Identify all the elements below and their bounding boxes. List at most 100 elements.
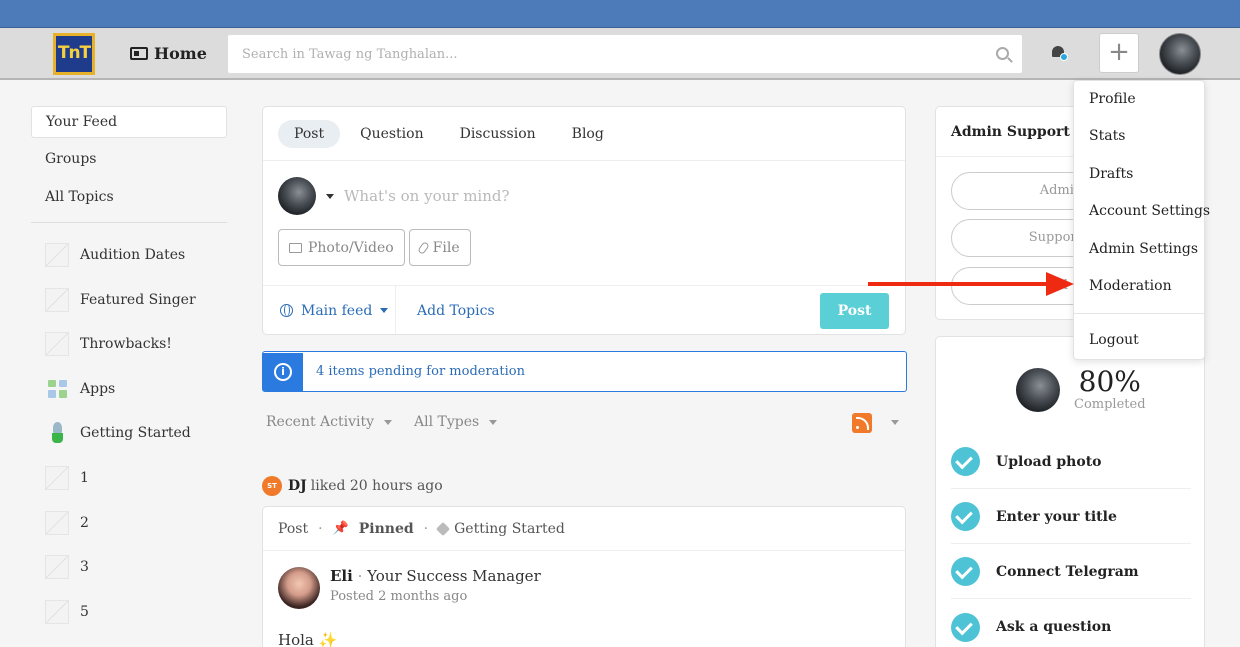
feed-selector[interactable]: Main feed bbox=[263, 285, 396, 336]
sidebar-topic-throwbacks[interactable]: Throwbacks! bbox=[31, 328, 227, 360]
moderation-banner[interactable]: i 4 items pending for moderation bbox=[262, 351, 907, 392]
sidebar-item-your-feed[interactable]: Your Feed bbox=[31, 106, 227, 138]
checkmark-icon bbox=[951, 502, 980, 531]
composer-avatar bbox=[278, 177, 316, 215]
tab-blog[interactable]: Blog bbox=[556, 120, 620, 148]
author-name[interactable]: Eli bbox=[330, 567, 353, 585]
search-bar[interactable] bbox=[227, 34, 1023, 74]
tab-post[interactable]: Post bbox=[278, 119, 341, 148]
post-type-label: Post bbox=[278, 520, 309, 537]
paperclip-icon bbox=[416, 240, 430, 255]
notification-dot bbox=[1060, 53, 1068, 61]
topic-label: 1 bbox=[80, 469, 89, 486]
progress-percent-label: Completed bbox=[1074, 397, 1146, 412]
all-types-filter[interactable]: All Types bbox=[414, 414, 479, 430]
feed-label: Main feed bbox=[301, 302, 373, 319]
topic-label: 5 bbox=[80, 603, 89, 620]
activity-actor[interactable]: DJ bbox=[288, 478, 307, 494]
chevron-down-icon[interactable] bbox=[891, 420, 899, 425]
sidebar-divider bbox=[31, 222, 227, 223]
topic-thumbnail-icon bbox=[45, 510, 69, 535]
activity-action: liked 20 hours ago bbox=[310, 478, 443, 494]
chevron-down-icon bbox=[380, 308, 389, 313]
tab-question[interactable]: Question bbox=[344, 120, 440, 148]
sidebar-topic-audition-dates[interactable]: Audition Dates bbox=[31, 239, 227, 271]
menu-item-moderation[interactable]: Moderation bbox=[1089, 278, 1172, 294]
post-composer: Post Question Discussion Blog Photo/Vide… bbox=[262, 106, 906, 336]
file-button[interactable]: File bbox=[408, 229, 471, 266]
menu-item-stats[interactable]: Stats bbox=[1089, 128, 1125, 144]
rss-icon[interactable] bbox=[852, 413, 872, 433]
profile-progress-card: 80% Completed Upload photo Enter your ti… bbox=[935, 336, 1205, 647]
menu-item-account-settings[interactable]: Account Settings bbox=[1089, 203, 1210, 219]
sidebar-topic-3[interactable]: 3 bbox=[31, 551, 227, 583]
sidebar-item-groups[interactable]: Groups bbox=[31, 144, 227, 176]
menu-item-logout[interactable]: Logout bbox=[1089, 332, 1139, 348]
chevron-down-icon[interactable] bbox=[489, 419, 498, 425]
menu-divider bbox=[1074, 313, 1204, 314]
progress-step-label: Ask a question bbox=[996, 619, 1112, 635]
menu-item-drafts[interactable]: Drafts bbox=[1089, 166, 1133, 182]
sidebar-topic-1[interactable]: 1 bbox=[31, 462, 227, 494]
add-topics-link[interactable]: Add Topics bbox=[417, 303, 495, 319]
composer-footer: Main feed Add Topics Post bbox=[263, 285, 905, 336]
topic-thumbnail-icon bbox=[45, 599, 69, 624]
sidebar-topic-getting-started[interactable]: Getting Started bbox=[31, 417, 227, 449]
topic-thumbnail-icon bbox=[45, 243, 69, 267]
progress-step-label: Enter your title bbox=[996, 508, 1117, 525]
pin-icon: 📌 bbox=[332, 521, 349, 536]
topic-thumbnail-icon bbox=[45, 465, 69, 490]
attachment-buttons: Photo/Video File bbox=[278, 229, 471, 266]
user-initials-badge: ST bbox=[262, 476, 282, 496]
post-topic-link[interactable]: Getting Started bbox=[454, 521, 565, 537]
tab-discussion[interactable]: Discussion bbox=[444, 120, 552, 148]
progress-step-connect-telegram[interactable]: Connect Telegram bbox=[951, 545, 1191, 599]
topic-label: Featured Singer bbox=[80, 291, 196, 308]
progress-step-label: Connect Telegram bbox=[996, 563, 1139, 580]
photo-video-button[interactable]: Photo/Video bbox=[278, 229, 405, 266]
create-new-button[interactable]: + bbox=[1099, 33, 1139, 73]
topic-thumbnail-icon bbox=[45, 555, 69, 580]
post-body-text: Hola bbox=[278, 631, 314, 647]
progress-step-enter-title[interactable]: Enter your title bbox=[951, 490, 1191, 544]
newspaper-icon bbox=[130, 47, 148, 60]
feed-filters: Recent Activity All Types bbox=[266, 414, 509, 430]
topic-label: 2 bbox=[80, 514, 89, 531]
topic-label: Getting Started bbox=[80, 425, 191, 442]
caret-down-icon[interactable] bbox=[326, 193, 334, 199]
checkmark-icon bbox=[951, 447, 980, 476]
sidebar-topic-5[interactable]: 5 bbox=[31, 596, 227, 628]
search-input[interactable] bbox=[228, 35, 968, 73]
post-submit-button[interactable]: Post bbox=[820, 293, 889, 329]
sidebar-item-all-topics[interactable]: All Topics bbox=[31, 182, 227, 214]
post-text-input[interactable] bbox=[344, 187, 844, 205]
pinned-label: Pinned bbox=[358, 520, 414, 537]
sparkle-emoji-icon: ✨ bbox=[318, 631, 338, 647]
author-role: Your Success Manager bbox=[367, 567, 541, 585]
menu-item-profile[interactable]: Profile bbox=[1089, 91, 1136, 107]
post-author-row: Eli · Your Success Manager Posted 2 mont… bbox=[278, 567, 541, 609]
app-header: TnT Home + bbox=[0, 28, 1240, 80]
recent-activity-filter[interactable]: Recent Activity bbox=[266, 414, 374, 430]
author-avatar[interactable] bbox=[278, 567, 320, 609]
menu-item-admin-settings[interactable]: Admin Settings bbox=[1089, 241, 1198, 257]
user-dropdown-menu: Profile Stats Drafts Account Settings Ad… bbox=[1073, 80, 1210, 360]
sidebar-topic-2[interactable]: 2 bbox=[31, 507, 227, 539]
progress-percent-block: 80% Completed bbox=[1074, 365, 1146, 413]
post-timestamp: Posted 2 months ago bbox=[330, 589, 468, 604]
moderation-banner-text[interactable]: 4 items pending for moderation bbox=[316, 364, 525, 379]
search-icon[interactable] bbox=[996, 47, 1009, 60]
notification-bell-icon[interactable] bbox=[1051, 45, 1068, 61]
progress-step-ask-question[interactable]: Ask a question bbox=[951, 600, 1191, 647]
topic-label: 3 bbox=[80, 559, 89, 576]
checkmark-icon bbox=[951, 557, 980, 586]
user-avatar-menu-toggle[interactable] bbox=[1159, 33, 1201, 75]
chevron-down-icon[interactable] bbox=[384, 419, 393, 425]
progress-percent: 80% bbox=[1078, 365, 1141, 398]
sidebar-topic-apps[interactable]: Apps bbox=[31, 373, 227, 405]
sidebar-topic-featured-singer[interactable]: Featured Singer bbox=[31, 284, 227, 316]
site-logo[interactable]: TnT bbox=[53, 33, 95, 75]
progress-step-upload-photo[interactable]: Upload photo bbox=[951, 435, 1191, 489]
composer-input-row bbox=[278, 177, 844, 215]
home-button[interactable]: Home bbox=[130, 44, 207, 63]
